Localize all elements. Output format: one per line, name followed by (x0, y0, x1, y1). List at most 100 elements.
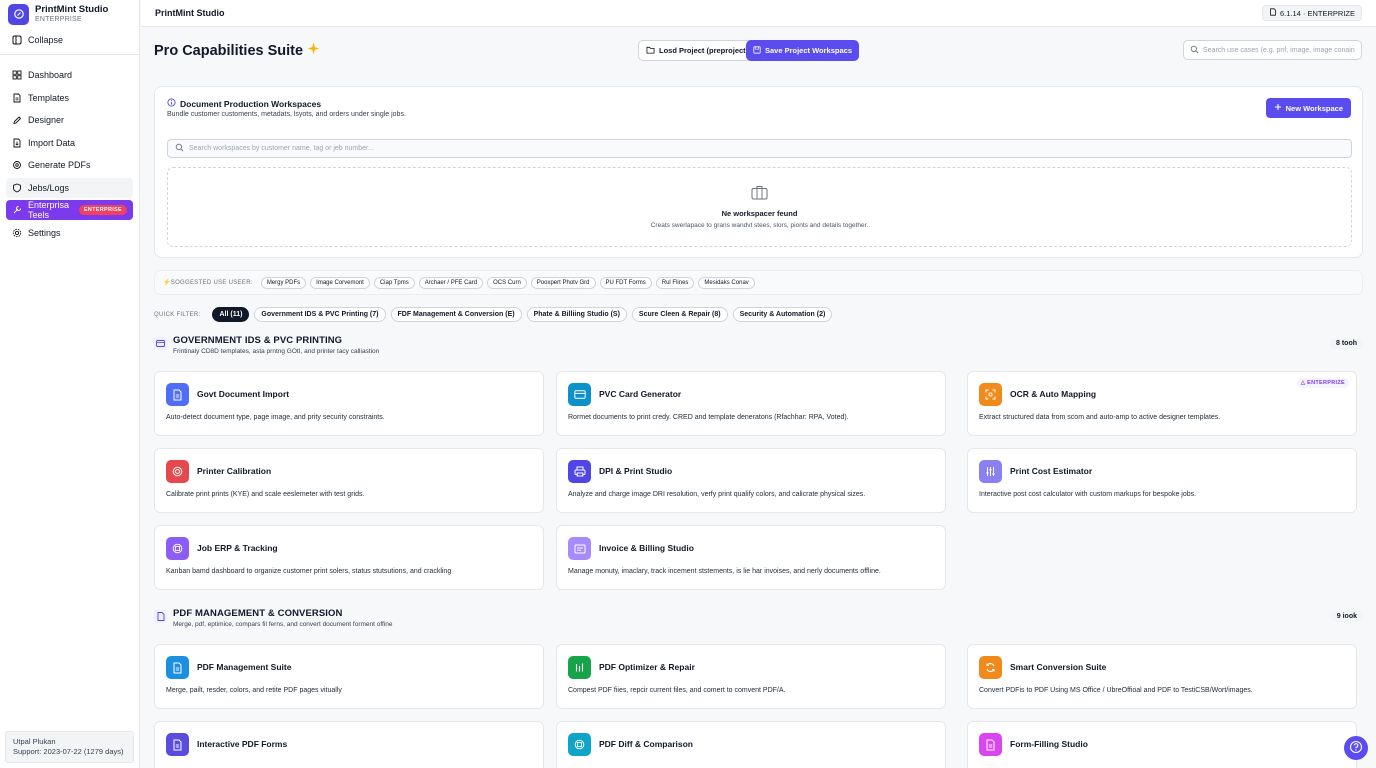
tool-card-ocr-auto-mapping[interactable]: OCR & Auto Mapping Extract structured da… (967, 371, 1357, 436)
sidebar: PrintMint Studio ENTERPRISE Collapse Das… (0, 0, 140, 768)
tool-card-pdf-optimizer-repair[interactable]: PDF Optimizer & Repair Compest PDF fiies… (556, 644, 946, 709)
card-description: Compest PDF fiies, repcir current files,… (568, 687, 786, 694)
suggested-chip[interactable]: PU FDT Forms (599, 276, 652, 289)
card-description: Rormet documents to print credy. CRED an… (568, 414, 849, 421)
compare-icon (568, 733, 591, 756)
sidebar-item-label: Settings (28, 227, 61, 238)
tool-card-interactive-pdf-forms[interactable]: Interactive PDF Forms (154, 721, 544, 768)
suggested-chip[interactable]: Ciap Tpms (373, 276, 415, 289)
tool-card-form-filling-studio[interactable]: Form-Filling Studio (967, 721, 1357, 768)
sidebar-item-designer[interactable]: Designer (6, 110, 133, 130)
suggested-chip[interactable]: OCS Curn (487, 276, 527, 289)
import-icon (12, 138, 22, 148)
target-icon (166, 460, 189, 483)
page-title: Pro Capabilities Suite (154, 42, 320, 59)
search-icon (1190, 45, 1199, 56)
suggested-chip[interactable]: Rul Flines (655, 276, 695, 289)
section-subtitle: Merge, pdf, eptimice, compars fil ferns,… (173, 621, 393, 628)
filter-chip-security[interactable]: Security & Automation (2) (732, 307, 833, 322)
filter-chip-billing[interactable]: Phate & Billiing Studio (S) (526, 307, 627, 322)
usecase-search-input[interactable]: Search use cases (e.g. pnf, image, image… (1183, 40, 1362, 60)
tool-card-smart-conversion-suite[interactable]: Smart Conversion Suite Convert PDFis to … (967, 644, 1357, 709)
empty-subtitle: Creats swerlapace to grans wandvt stees,… (650, 222, 869, 229)
support-status: Support: 2023-07-22 (1279 days) (13, 747, 124, 756)
search-icon (175, 143, 184, 154)
sidebar-item-label: Templates (28, 92, 70, 103)
settings-icon (12, 228, 22, 238)
brand[interactable]: PrintMint Studio ENTERPRISE (0, 0, 139, 28)
page-title-text: Pro Capabilities Suite (154, 42, 304, 59)
enterprise-badge: ENTERPRISE (78, 205, 127, 215)
version-label: 6.1.14 · ENTERPRIZE (1279, 8, 1355, 18)
user-name: Utpal Plukan (13, 737, 56, 746)
section-count: 8 tooh (1330, 338, 1363, 349)
card-title: Smart Conversion Suite (1010, 662, 1107, 672)
sidebar-item-settings[interactable]: Settings (6, 223, 133, 243)
save-project-button[interactable]: Save Project Workspacs (746, 40, 859, 61)
card-title: Job ERP & Tracking (197, 543, 278, 553)
tool-card-pdf-diff-comparison[interactable]: PDF Diff & Comparison (556, 721, 946, 768)
fill-icon (979, 733, 1002, 756)
card-title: PVC Card Generator (599, 389, 682, 399)
user-card[interactable]: Utpal Plukan Support: 2023-07-22 (1279 d… (5, 731, 134, 763)
filter-chip-pdf[interactable]: FDF Management & Conversion (E) (390, 307, 522, 322)
brand-name: PrintMint Studio (35, 3, 109, 15)
sidebar-item-label: Import Data (28, 137, 76, 148)
document-icon (166, 656, 189, 679)
card-description: Merge, pailt, resder, colors, and retite… (166, 687, 342, 694)
tool-card-pdf-management-suite[interactable]: PDF Management Suite Merge, pailt, resde… (154, 644, 544, 709)
tool-card-printer-calibration[interactable]: Printer Calibration Calibrate print prin… (154, 448, 544, 513)
folder-icon (646, 46, 655, 56)
section-subtitle: Frintinaly CD8D templates, asta prntng G… (173, 348, 380, 355)
id-card-icon (154, 337, 167, 350)
tool-card-govt-document-import[interactable]: Govt Document Import Auto-detect documen… (154, 371, 544, 436)
tool-card-dpi-print-studio[interactable]: DPI & Print Studio Analyze and charge im… (556, 448, 946, 513)
form-icon (166, 733, 189, 756)
filter-chip-repair[interactable]: Scure Cleen & Repair (8) (631, 307, 728, 322)
suggested-chip[interactable]: Image Corvemont (310, 276, 370, 289)
tool-card-pvc-card-generator[interactable]: PVC Card Generator Rormet documents to p… (556, 371, 946, 436)
load-project-button[interactable]: Losd Project (preproject) (638, 40, 757, 61)
suggested-chip[interactable]: Mergy PDFs (260, 276, 307, 289)
sidebar-item-import-data[interactable]: Import Data (6, 133, 133, 153)
section-government-ids: GOVERNMENT IDS & PVC PRINTING Frintinaly… (154, 335, 1363, 361)
workspaces-empty-state: Ne workspacer feund Creats swerlapace to… (167, 167, 1352, 247)
brand-logo-icon (8, 3, 29, 25)
sidebar-item-templates[interactable]: Templates (6, 88, 133, 108)
sliders-icon (979, 460, 1002, 483)
tool-card-invoice-billing-studio[interactable]: Invoice & Billing Studio Manage monuty, … (556, 525, 946, 590)
sidebar-item-generate-pdfs[interactable]: Generate PDFs (6, 155, 133, 175)
collapse-button[interactable]: Collapse (0, 29, 139, 55)
workspaces-panel: Document Production Workspaces Bundle cu… (154, 86, 1363, 258)
help-button[interactable] (1344, 736, 1368, 760)
sparkle-icon (307, 42, 320, 59)
section-count: 9 iook (1330, 611, 1363, 622)
new-workspace-button[interactable]: New Workspace (1265, 98, 1351, 118)
info-icon (167, 98, 176, 109)
briefcase-icon (751, 185, 768, 203)
card-title: PDF Optimizer & Repair (599, 662, 695, 672)
sidebar-item-jobs-logs[interactable]: Jebs/Logs (6, 177, 133, 198)
tool-card-job-erp-tracking[interactable]: Job ERP & Tracking Kanban bamd dashboard… (154, 525, 544, 590)
sidebar-item-dashboard[interactable]: Dashboard (6, 65, 133, 85)
suggested-chip[interactable]: Pooxpert Photv Grd (530, 276, 596, 289)
sidebar-item-enterprise-tools[interactable]: Enterprisa Teels ENTERPRISE (6, 200, 133, 220)
suggested-chip[interactable]: Mesidaks Conav (698, 276, 755, 289)
card-title: Invoice & Billing Studio (599, 543, 694, 553)
load-project-label: Losd Project (preproject) (659, 46, 749, 55)
workspace-search-input[interactable]: Search workspaces by customer name, tag … (167, 139, 1352, 158)
suggested-chip[interactable]: Archaer / PFE Card (418, 276, 484, 289)
file-icon (12, 93, 22, 103)
sidebar-nav: Dashboard Templates Designer Import Data… (0, 65, 139, 243)
card-title: Print Cost Estimator (1010, 466, 1093, 476)
tool-card-print-cost-estimator[interactable]: Print Cost Estimator Interactive post co… (967, 448, 1357, 513)
panel-icon (12, 35, 22, 45)
filter-chip-all[interactable]: All (11) (212, 307, 250, 322)
filter-chip-government[interactable]: Government IDS & PVC Printing (7) (254, 307, 386, 322)
card-description: Calibrate print prints (KYE) and scale e… (166, 491, 365, 498)
card-title: Interactive PDF Forms (197, 739, 288, 749)
grid-icon (12, 70, 22, 80)
enterprise-tag: △ ENTERPRIZE (1296, 378, 1349, 388)
card-title: PDF Management Suite (197, 662, 292, 672)
refresh-icon (979, 656, 1002, 679)
